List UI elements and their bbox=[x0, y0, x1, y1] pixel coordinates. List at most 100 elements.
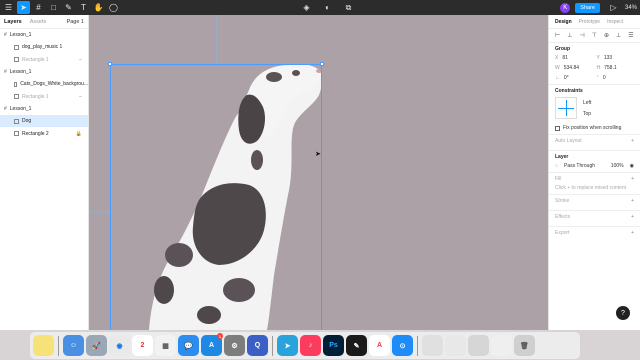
x-field[interactable]: X 81 bbox=[555, 55, 593, 61]
music-icon[interactable]: ♪ bbox=[300, 335, 321, 356]
left-panel-tabs: Layers Assets Page 1 bbox=[0, 15, 88, 29]
rotation-field[interactable]: ∟ 0° bbox=[555, 75, 593, 81]
hand-tool-icon[interactable]: ✋ bbox=[92, 1, 105, 14]
recent-doc-icon[interactable] bbox=[422, 335, 443, 356]
y-field[interactable]: Y 133 bbox=[597, 55, 635, 61]
mask-icon[interactable]: ◐ bbox=[321, 1, 334, 14]
eye-icon[interactable]: ◉ bbox=[630, 163, 634, 169]
layer-row-image[interactable]: dog_play_music 1 bbox=[0, 41, 88, 53]
notes-app-icon[interactable] bbox=[33, 335, 54, 356]
launchpad-icon[interactable]: 🚀 bbox=[86, 335, 107, 356]
visibility-icon[interactable]: ⌣ bbox=[79, 57, 82, 63]
blend-mode-select[interactable]: Pass Through bbox=[564, 163, 595, 169]
chrome-icon[interactable]: ◉ bbox=[109, 335, 130, 356]
x-value[interactable]: 81 bbox=[562, 55, 568, 61]
lock-icon[interactable]: 🔒 bbox=[76, 131, 82, 137]
system-settings-icon[interactable]: ⚙ bbox=[224, 335, 245, 356]
page-selector[interactable]: Page 1 bbox=[67, 19, 84, 25]
constraint-horizontal[interactable]: Left bbox=[583, 100, 591, 106]
add-auto-layout-icon[interactable]: + bbox=[631, 138, 634, 144]
layer-row-image-selected[interactable]: Dog bbox=[0, 115, 88, 128]
w-field[interactable]: W 534.84 bbox=[555, 65, 593, 71]
align-middle-icon[interactable]: ⊕ bbox=[604, 32, 609, 39]
selection-frame[interactable] bbox=[108, 62, 324, 330]
move-tool-icon[interactable]: ➤ bbox=[17, 1, 30, 14]
tab-inspect[interactable]: Inspect bbox=[607, 19, 623, 25]
add-export-icon[interactable]: + bbox=[631, 230, 634, 236]
align-right-icon[interactable]: ⊣ bbox=[579, 32, 584, 39]
align-bottom-icon[interactable]: ⊥ bbox=[616, 32, 621, 39]
h-value[interactable]: 758.1 bbox=[604, 65, 617, 71]
quicktime-icon[interactable]: Q bbox=[247, 335, 268, 356]
figma-icon[interactable]: ✎ bbox=[346, 335, 367, 356]
avatar[interactable]: K bbox=[560, 2, 571, 13]
app-store-icon[interactable]: A1 bbox=[201, 333, 223, 356]
messages-icon[interactable]: 💬 bbox=[178, 335, 199, 356]
comment-tool-icon[interactable]: ◯ bbox=[107, 1, 120, 14]
calendar-icon[interactable]: 2 bbox=[132, 335, 153, 356]
distribute-icon[interactable]: ☰ bbox=[628, 32, 633, 39]
opacity-value[interactable]: 100% bbox=[611, 163, 624, 169]
align-left-icon[interactable]: ⊢ bbox=[555, 32, 560, 39]
share-button[interactable]: Share bbox=[575, 2, 600, 13]
tab-layers[interactable]: Layers bbox=[4, 19, 22, 25]
recent-doc-icon[interactable] bbox=[468, 335, 489, 356]
pen-tool-icon[interactable]: ✎ bbox=[62, 1, 75, 14]
align-center-icon[interactable]: ⊥ bbox=[567, 32, 572, 39]
component-icon[interactable]: ◈ bbox=[300, 1, 313, 14]
recent-doc-icon[interactable] bbox=[491, 335, 512, 356]
y-label: Y bbox=[596, 55, 600, 61]
add-stroke-icon[interactable]: + bbox=[631, 198, 634, 204]
design-canvas[interactable]: ➤ bbox=[89, 15, 548, 330]
fix-position-checkbox[interactable] bbox=[555, 125, 560, 131]
finder-icon[interactable]: ☺ bbox=[63, 335, 84, 356]
radius-value[interactable]: 0 bbox=[603, 75, 606, 81]
rectangle-icon bbox=[14, 94, 19, 100]
h-field[interactable]: H 758.1 bbox=[597, 65, 635, 71]
y-value[interactable]: 133 bbox=[604, 55, 612, 61]
acrobat-icon[interactable]: A bbox=[369, 335, 390, 356]
align-top-icon[interactable]: ⊤ bbox=[592, 32, 597, 39]
main-menu-icon[interactable]: ☰ bbox=[2, 1, 15, 14]
w-value[interactable]: 534.84 bbox=[564, 65, 579, 71]
layers-panel: Layers Assets Page 1 # Lesson_1 dog_play… bbox=[0, 15, 89, 330]
tab-assets[interactable]: Assets bbox=[30, 19, 47, 25]
tab-design[interactable]: Design bbox=[555, 19, 572, 25]
layer-row-frame[interactable]: # Lesson_1 bbox=[0, 103, 88, 115]
layer-row-rect[interactable]: Rectangle 2 🔒 bbox=[0, 127, 88, 139]
toolbar-center: ◈ ◐ ⧉ bbox=[298, 0, 355, 15]
rotation-value[interactable]: 0° bbox=[564, 75, 569, 81]
text-tool-icon[interactable]: T bbox=[77, 1, 90, 14]
constraint-vertical[interactable]: Top bbox=[583, 111, 591, 117]
constraint-widget[interactable] bbox=[555, 97, 577, 119]
boolean-icon[interactable]: ⧉ bbox=[342, 1, 355, 14]
frame-tool-icon[interactable]: # bbox=[32, 1, 45, 14]
layer-label: Rectangle 1 bbox=[22, 93, 49, 100]
gallery-icon[interactable]: ▦ bbox=[155, 335, 176, 356]
layer-row-rect[interactable]: Rectangle 1 ⌣ bbox=[0, 54, 88, 66]
layer-row-rect[interactable]: Rectangle 1 ⌣ bbox=[0, 90, 88, 102]
visibility-icon[interactable]: ⌣ bbox=[79, 94, 82, 100]
add-fill-icon[interactable]: + bbox=[631, 176, 634, 182]
help-button[interactable]: ? bbox=[616, 306, 630, 320]
layer-row-frame[interactable]: # Lesson_1 bbox=[0, 66, 88, 78]
photoshop-icon[interactable]: Ps bbox=[323, 335, 344, 356]
present-icon[interactable]: ▷ bbox=[607, 1, 620, 14]
radius-field[interactable]: ⌜ 0 bbox=[597, 75, 635, 81]
zoom-level[interactable]: 34% bbox=[625, 5, 637, 11]
resize-handle[interactable] bbox=[108, 62, 112, 66]
resize-handle[interactable] bbox=[320, 62, 324, 66]
add-effect-icon[interactable]: + bbox=[631, 214, 634, 220]
shape-tool-icon[interactable]: □ bbox=[47, 1, 60, 14]
tab-prototype[interactable]: Prototype bbox=[579, 19, 600, 25]
telegram-icon[interactable]: ➤ bbox=[277, 335, 298, 356]
recent-doc-icon[interactable] bbox=[445, 335, 466, 356]
layer-row-frame[interactable]: # Lesson_1 bbox=[0, 29, 88, 41]
layer-label: Lesson_1 bbox=[9, 69, 32, 76]
safari-icon[interactable]: ⊙ bbox=[392, 335, 413, 356]
layer-row-image[interactable]: Cats_Dogs_White_backgrou... bbox=[0, 78, 88, 90]
layer-label: Lesson_1 bbox=[9, 105, 32, 112]
fix-position-row[interactable]: Fix position when scrolling bbox=[555, 125, 634, 131]
trash-icon[interactable]: 🗑 bbox=[514, 335, 535, 356]
frame-icon: # bbox=[4, 32, 7, 39]
